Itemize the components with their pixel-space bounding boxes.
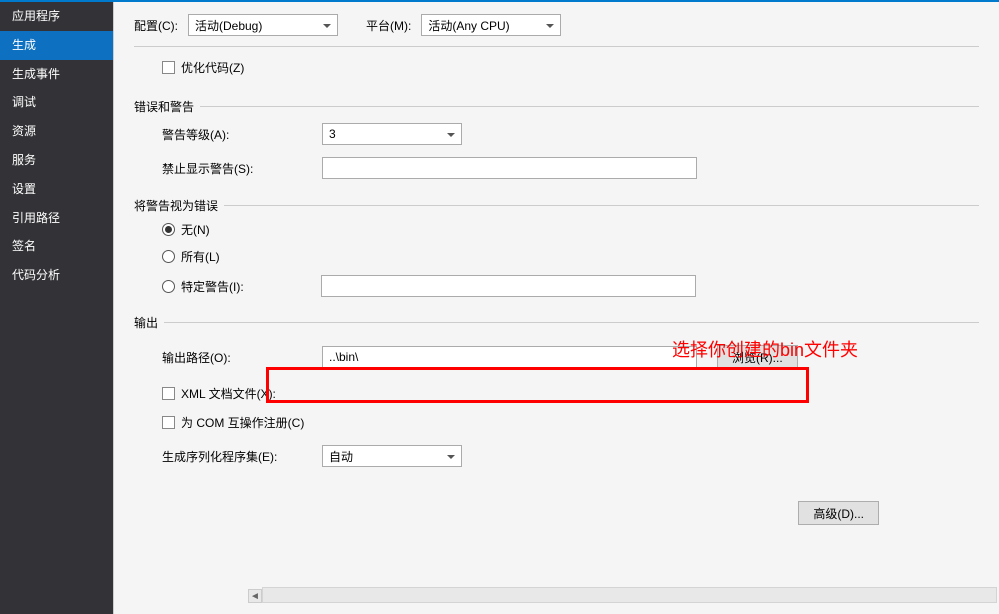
sidebar-item-code-analysis[interactable]: 代码分析 [0,261,113,290]
sidebar-item-debug[interactable]: 调试 [0,88,113,117]
config-dropdown[interactable]: 活动(Debug) [188,14,338,36]
warnings-specific-label: 特定警告(I): [181,278,285,295]
warning-level-label: 警告等级(A): [162,126,282,143]
platform-dropdown[interactable]: 活动(Any CPU) [421,14,561,36]
sidebar-item-app[interactable]: 应用程序 [0,2,113,31]
sidebar-item-build[interactable]: 生成 [0,31,113,60]
xml-doc-label: XML 文档文件(X): [181,385,276,402]
serialization-label: 生成序列化程序集(E): [162,448,282,465]
serialization-dropdown[interactable]: 自动 [322,445,462,467]
warnings-none-radio[interactable] [162,223,175,236]
output-section-title: 输出 [134,314,158,331]
treat-warnings-section-title: 将警告视为错误 [134,197,218,214]
config-value: 活动(Debug) [195,17,262,34]
errors-section-title: 错误和警告 [134,98,194,115]
com-interop-label: 为 COM 互操作注册(C) [181,414,304,431]
suppress-warnings-input[interactable] [322,157,697,179]
serialization-value: 自动 [329,448,353,465]
warning-level-dropdown[interactable]: 3 [322,123,462,145]
sidebar: 应用程序 生成 生成事件 调试 资源 服务 设置 引用路径 签名 代码分析 [0,2,113,614]
warnings-specific-radio[interactable] [162,280,175,293]
warnings-none-label: 无(N) [181,221,210,238]
annotation-text: 选择你创建的bin文件夹 [672,336,858,362]
optimize-checkbox[interactable] [162,61,175,74]
output-path-input[interactable] [322,346,697,368]
sidebar-item-services[interactable]: 服务 [0,146,113,175]
main-panel: 配置(C): 活动(Debug) 平台(M): 活动(Any CPU) 优化代码… [113,2,999,614]
warnings-all-radio[interactable] [162,250,175,263]
scroll-left-icon[interactable]: ◄ [248,589,262,603]
output-path-label: 输出路径(O): [162,349,282,366]
config-label: 配置(C): [134,17,178,34]
warning-level-value: 3 [329,127,336,141]
sidebar-item-settings[interactable]: 设置 [0,175,113,204]
optimize-label: 优化代码(Z) [181,59,244,76]
horizontal-scrollbar[interactable] [262,587,997,603]
sidebar-item-signing[interactable]: 签名 [0,232,113,261]
xml-doc-checkbox[interactable] [162,387,175,400]
platform-value: 活动(Any CPU) [428,17,509,34]
sidebar-item-resources[interactable]: 资源 [0,117,113,146]
warnings-specific-input[interactable] [321,275,696,297]
warnings-all-label: 所有(L) [181,248,220,265]
com-interop-checkbox[interactable] [162,416,175,429]
advanced-button[interactable]: 高级(D)... [798,501,879,525]
sidebar-item-build-events[interactable]: 生成事件 [0,60,113,89]
suppress-warnings-label: 禁止显示警告(S): [162,160,282,177]
platform-label: 平台(M): [366,17,411,34]
sidebar-item-reference-paths[interactable]: 引用路径 [0,204,113,233]
